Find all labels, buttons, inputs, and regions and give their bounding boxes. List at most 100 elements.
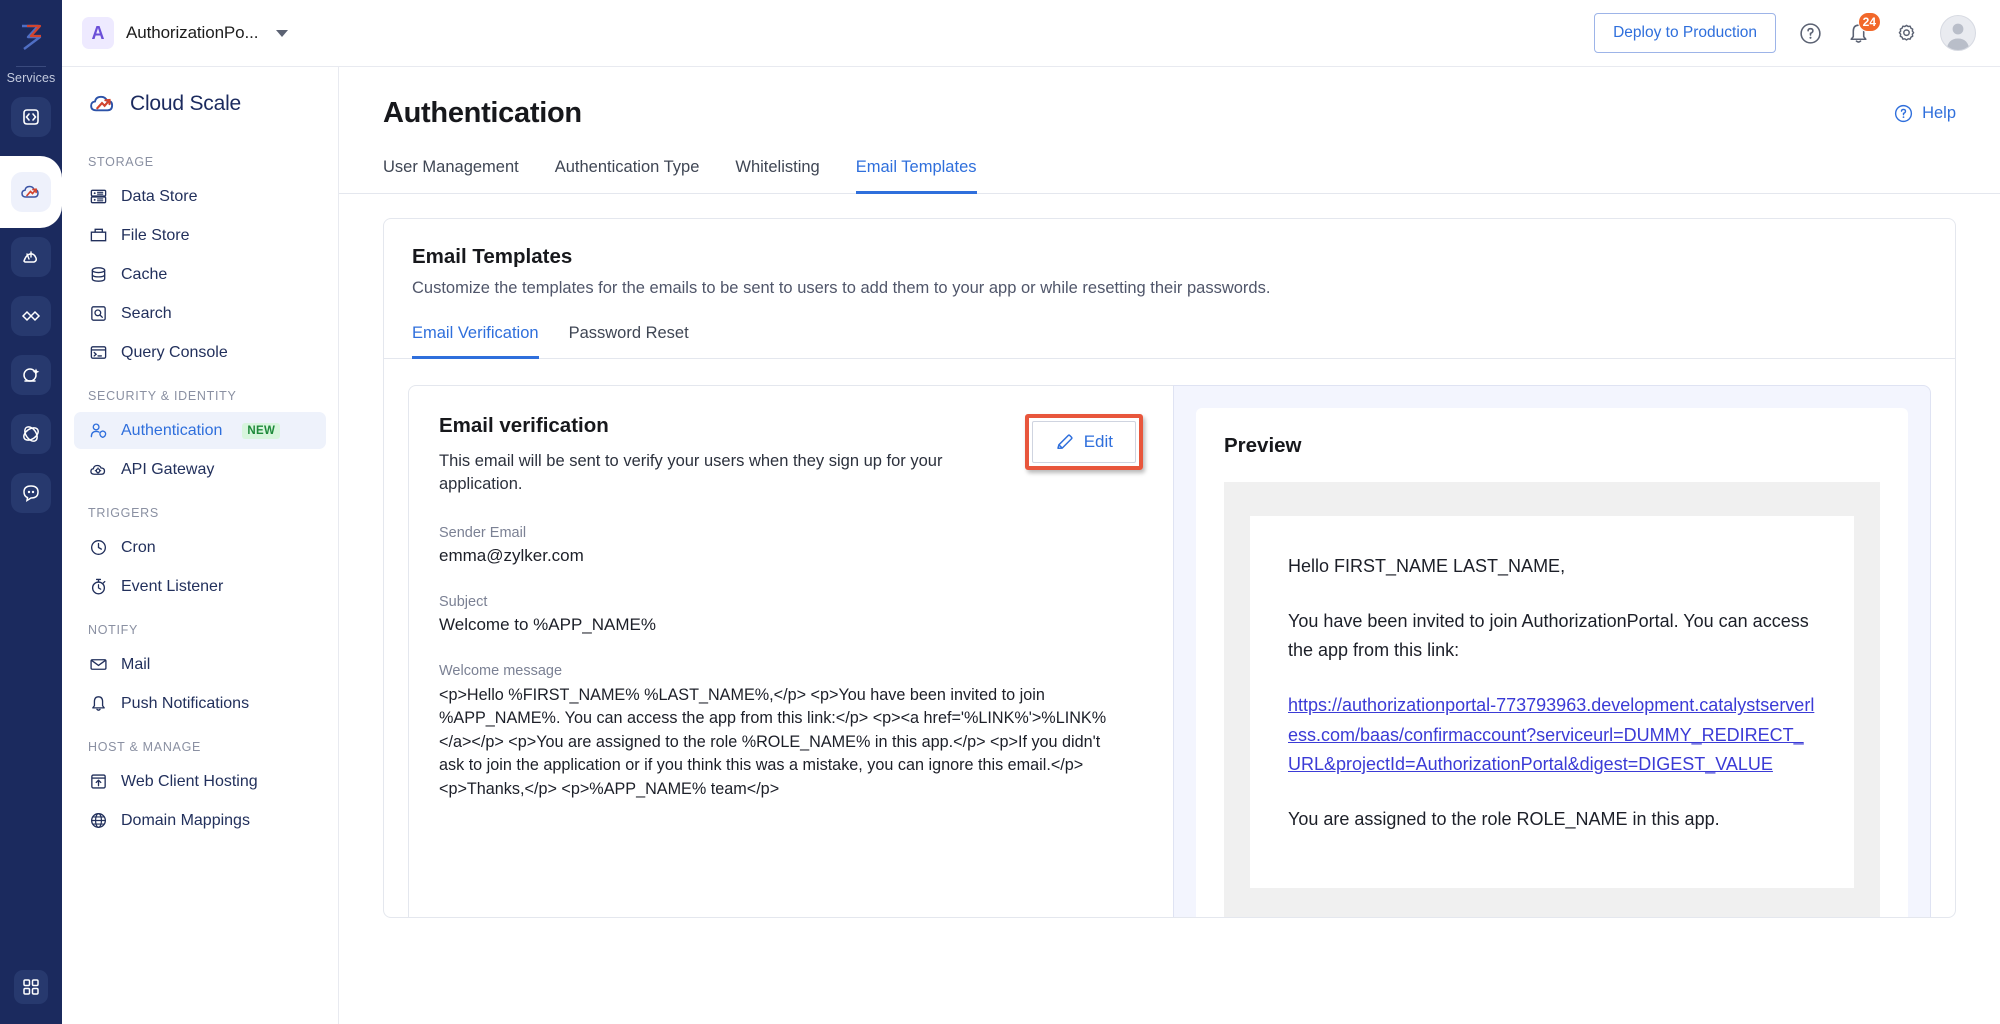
- sidebar-item-query-console[interactable]: Query Console: [74, 334, 326, 371]
- mail-icon: [88, 655, 108, 675]
- subtab-password-reset[interactable]: Password Reset: [569, 324, 689, 359]
- rail-item-code[interactable]: [11, 97, 51, 137]
- project-switcher[interactable]: A AuthorizationPo...: [82, 17, 289, 49]
- cache-icon: [88, 265, 108, 285]
- panel-title: Email Templates: [412, 245, 573, 268]
- project-name: AuthorizationPo...: [126, 23, 259, 42]
- web-hosting-icon: [88, 772, 108, 792]
- sidebar-item-authentication[interactable]: Authentication NEW: [74, 412, 326, 449]
- sidebar-item-label: Event Listener: [121, 577, 224, 595]
- ai-icon: [23, 368, 40, 382]
- rail-item-integration[interactable]: [11, 296, 51, 336]
- panel-description: Customize the templates for the emails t…: [412, 279, 1271, 297]
- sidebar-item-label: Data Store: [121, 187, 198, 205]
- bell-icon: [88, 694, 108, 714]
- app-root: Services A AuthorizationPo... Deploy to …: [0, 0, 2000, 1024]
- clock-icon: [88, 538, 108, 558]
- sidebar-item-label: API Gateway: [121, 460, 215, 478]
- status-badge-new: NEW: [242, 422, 281, 439]
- sidebar-item-push-notifications[interactable]: Push Notifications: [74, 685, 326, 722]
- data-store-icon: [88, 187, 108, 207]
- query-console-icon: [88, 343, 108, 363]
- main-content: Authentication Help User Management Auth…: [339, 67, 2000, 1024]
- tab-authentication-type[interactable]: Authentication Type: [555, 158, 700, 194]
- edit-button-label: Edit: [1083, 432, 1113, 451]
- orbit-icon: [23, 426, 39, 442]
- gear-icon: [1898, 24, 1914, 41]
- sidebar-item-file-store[interactable]: File Store: [74, 217, 326, 254]
- code-icon: [23, 109, 39, 125]
- cloud-scale-icon: [21, 185, 39, 198]
- api-gateway-icon: [88, 460, 108, 480]
- analytics-icon: [23, 251, 37, 263]
- template-split: Email verification This email will be se…: [384, 359, 1955, 917]
- sidebar-item-label: Web Client Hosting: [121, 772, 258, 790]
- notification-count-badge: 24: [1857, 12, 1881, 32]
- sidebar-item-event-listener[interactable]: Event Listener: [74, 568, 326, 605]
- rail-active-pocket: [0, 156, 62, 228]
- sidebar-brand-label: Cloud Scale: [130, 92, 242, 115]
- top-bar-actions: Deploy to Production 24: [1594, 12, 1976, 53]
- preview-greeting: Hello FIRST_NAME LAST_NAME,: [1288, 556, 1566, 576]
- rail-divider: [16, 66, 46, 67]
- sidebar-item-label: Domain Mappings: [121, 811, 250, 829]
- rail-item-analytics[interactable]: [11, 237, 51, 277]
- field-subject: Subject Welcome to %APP_NAME%: [439, 594, 1143, 635]
- sidebar-item-label: File Store: [121, 226, 190, 244]
- settings-button[interactable]: [1892, 19, 1920, 47]
- rail-item-orbit[interactable]: [11, 414, 51, 454]
- rail-item-ai[interactable]: [11, 355, 51, 395]
- pencil-icon: [1056, 434, 1073, 449]
- page-title: Authentication: [383, 97, 582, 129]
- field-value: emma@zylker.com: [439, 545, 584, 565]
- sidebar-item-cache[interactable]: Cache: [74, 256, 326, 293]
- field-label: Subject: [439, 593, 488, 610]
- tab-email-templates[interactable]: Email Templates: [855, 158, 977, 194]
- preview-title: Preview: [1224, 434, 1302, 457]
- apps-grid-icon: [23, 979, 39, 995]
- top-bar: A AuthorizationPo... Deploy to Productio…: [62, 0, 2000, 67]
- help-link[interactable]: Help: [1893, 97, 1956, 124]
- field-welcome-message: Welcome message <p>Hello %FIRST_NAME% %L…: [439, 663, 1143, 801]
- preview-role-line: You are assigned to the role ROLE_NAME i…: [1288, 808, 1720, 829]
- preview-container: Preview Hello FIRST_NAME LAST_NAME, You …: [1173, 385, 1931, 917]
- integration-icon: [21, 310, 41, 322]
- sidebar-item-search[interactable]: Search: [74, 295, 326, 332]
- sidebar-item-domain-mappings[interactable]: Domain Mappings: [74, 802, 326, 839]
- template-description: This email will be sent to verify your u…: [439, 452, 943, 494]
- rail-item-cloud-scale[interactable]: [11, 172, 51, 212]
- sidebar-item-cron[interactable]: Cron: [74, 529, 326, 566]
- globe-icon: [88, 811, 108, 831]
- sidebar-item-data-store[interactable]: Data Store: [74, 178, 326, 215]
- edit-button[interactable]: Edit: [1031, 421, 1136, 463]
- tab-user-management[interactable]: User Management: [383, 158, 519, 194]
- edit-button-highlight: Edit: [1024, 414, 1143, 470]
- rail-item-chat[interactable]: [11, 473, 51, 513]
- preview-link[interactable]: https://authorizationportal-773793963.de…: [1288, 691, 1816, 778]
- preview-mail-body: Hello FIRST_NAME LAST_NAME, You have bee…: [1250, 516, 1854, 889]
- sidebar-item-web-client-hosting[interactable]: Web Client Hosting: [74, 763, 326, 800]
- notifications-button[interactable]: 24: [1844, 12, 1881, 47]
- sidebar-item-label: Query Console: [121, 343, 228, 361]
- sidebar-item-api-gateway[interactable]: API Gateway: [74, 451, 326, 488]
- sidebar-item-mail[interactable]: Mail: [74, 646, 326, 683]
- app-shell: A AuthorizationPo... Deploy to Productio…: [62, 0, 2000, 1024]
- rail-item-apps-grid[interactable]: [14, 970, 48, 1004]
- email-templates-panel: Email Templates Customize the templates …: [383, 218, 1956, 918]
- subtab-email-verification[interactable]: Email Verification: [412, 324, 539, 359]
- cloud-scale-icon: [90, 95, 114, 112]
- rail-bottom: [0, 970, 62, 1004]
- deploy-to-production-button[interactable]: Deploy to Production: [1594, 13, 1776, 53]
- tab-whitelisting[interactable]: Whitelisting: [735, 158, 819, 194]
- chevron-down-icon[interactable]: [276, 29, 289, 37]
- help-link-label: Help: [1922, 104, 1956, 122]
- field-label: Welcome message: [439, 662, 563, 679]
- chat-icon: [23, 485, 39, 503]
- nav-group-host-title: HOST & MANAGE: [88, 740, 202, 754]
- help-button[interactable]: [1796, 19, 1824, 47]
- stopwatch-icon: [88, 577, 108, 597]
- user-avatar[interactable]: [1940, 15, 1976, 51]
- nav-group-storage-title: STORAGE: [88, 155, 154, 169]
- catalyst-logo[interactable]: [8, 14, 54, 60]
- sidebar-brand[interactable]: Cloud Scale: [74, 67, 326, 139]
